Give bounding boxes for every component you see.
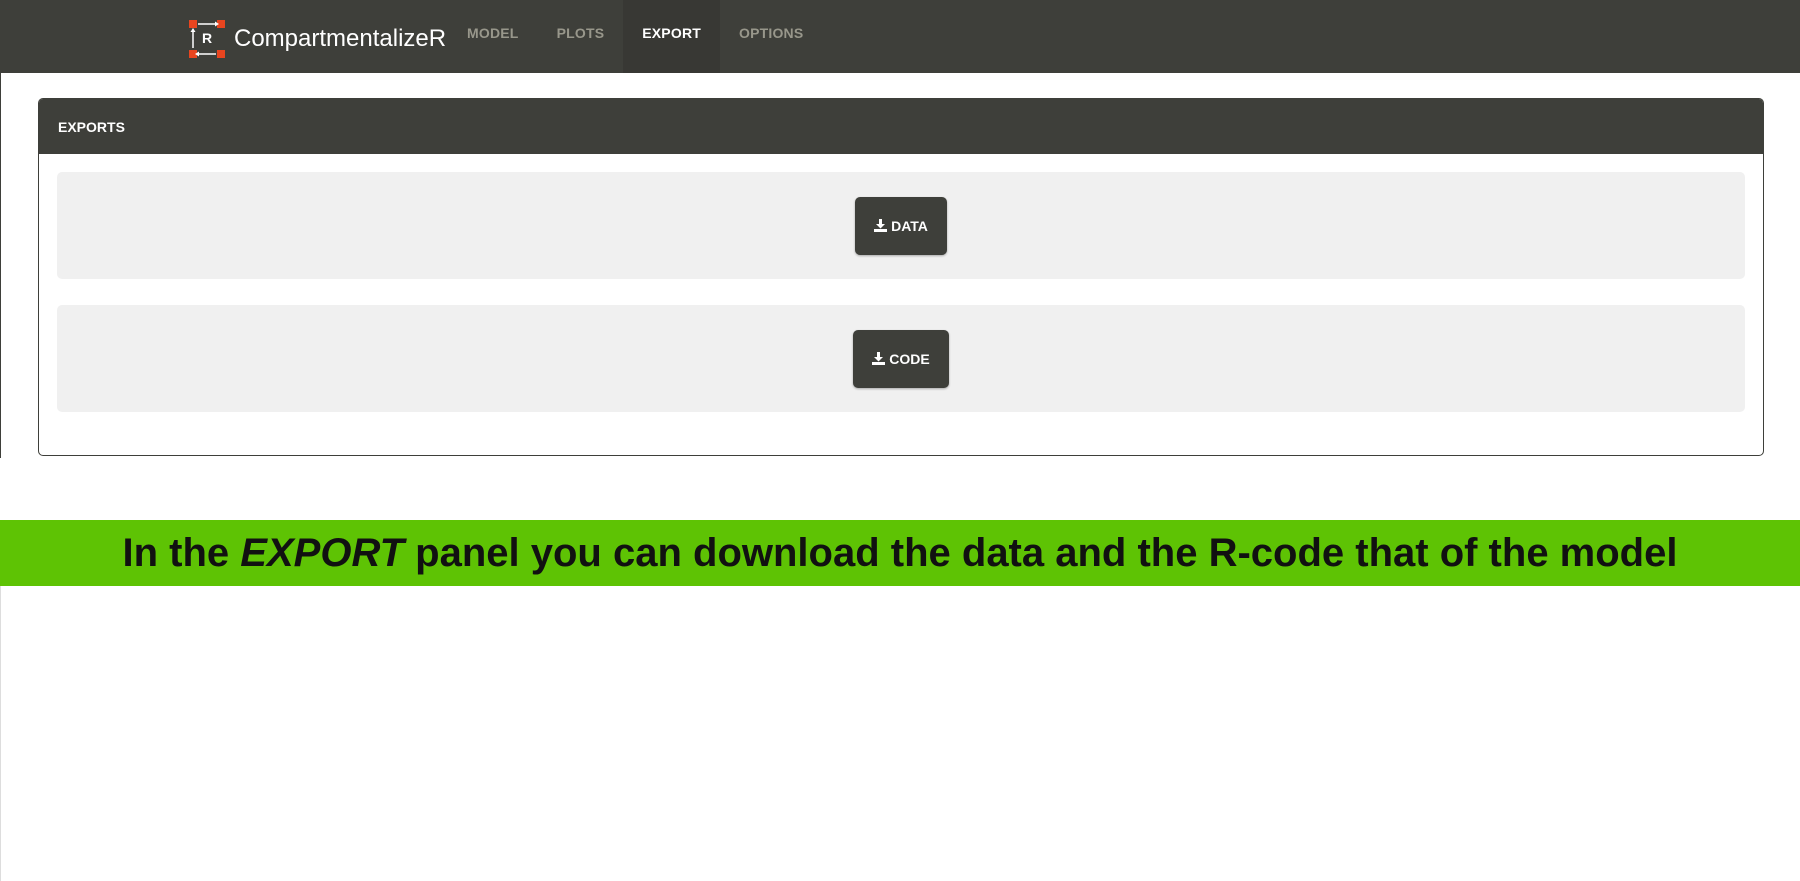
code-download-well: CODE [57, 305, 1745, 412]
download-icon [872, 352, 886, 365]
brand[interactable]: R CompartmentalizeR [188, 19, 446, 59]
navbar: R CompartmentalizeR MODEL PLOTS EXPORT O… [0, 0, 1800, 73]
app-title: CompartmentalizeR [234, 25, 447, 52]
download-data-label: DATA [891, 217, 928, 234]
download-icon [874, 219, 888, 232]
panel-title: EXPORTS [39, 99, 1763, 154]
tab-model[interactable]: MODEL [448, 0, 538, 73]
download-code-button[interactable]: CODE [853, 329, 949, 388]
exports-panel: EXPORTS DATA CODE [38, 98, 1764, 456]
logo-letter: R [202, 30, 213, 46]
tab-options[interactable]: OPTIONS [720, 0, 822, 73]
caption-before: In the [122, 530, 241, 575]
tab-export[interactable]: EXPORT [623, 0, 720, 73]
caption-banner: In the EXPORT panel you can download the… [0, 520, 1800, 586]
data-download-well: DATA [57, 172, 1745, 279]
caption-emphasis: EXPORT [240, 530, 405, 575]
frame-border-bottom [0, 586, 1, 881]
caption-after: panel you can download the data and the … [404, 530, 1678, 575]
tab-plots[interactable]: PLOTS [538, 0, 624, 73]
frame-border [0, 73, 1, 458]
nav-tabs: MODEL PLOTS EXPORT OPTIONS [448, 0, 822, 73]
download-data-button[interactable]: DATA [855, 196, 947, 255]
download-code-label: CODE [889, 350, 930, 367]
